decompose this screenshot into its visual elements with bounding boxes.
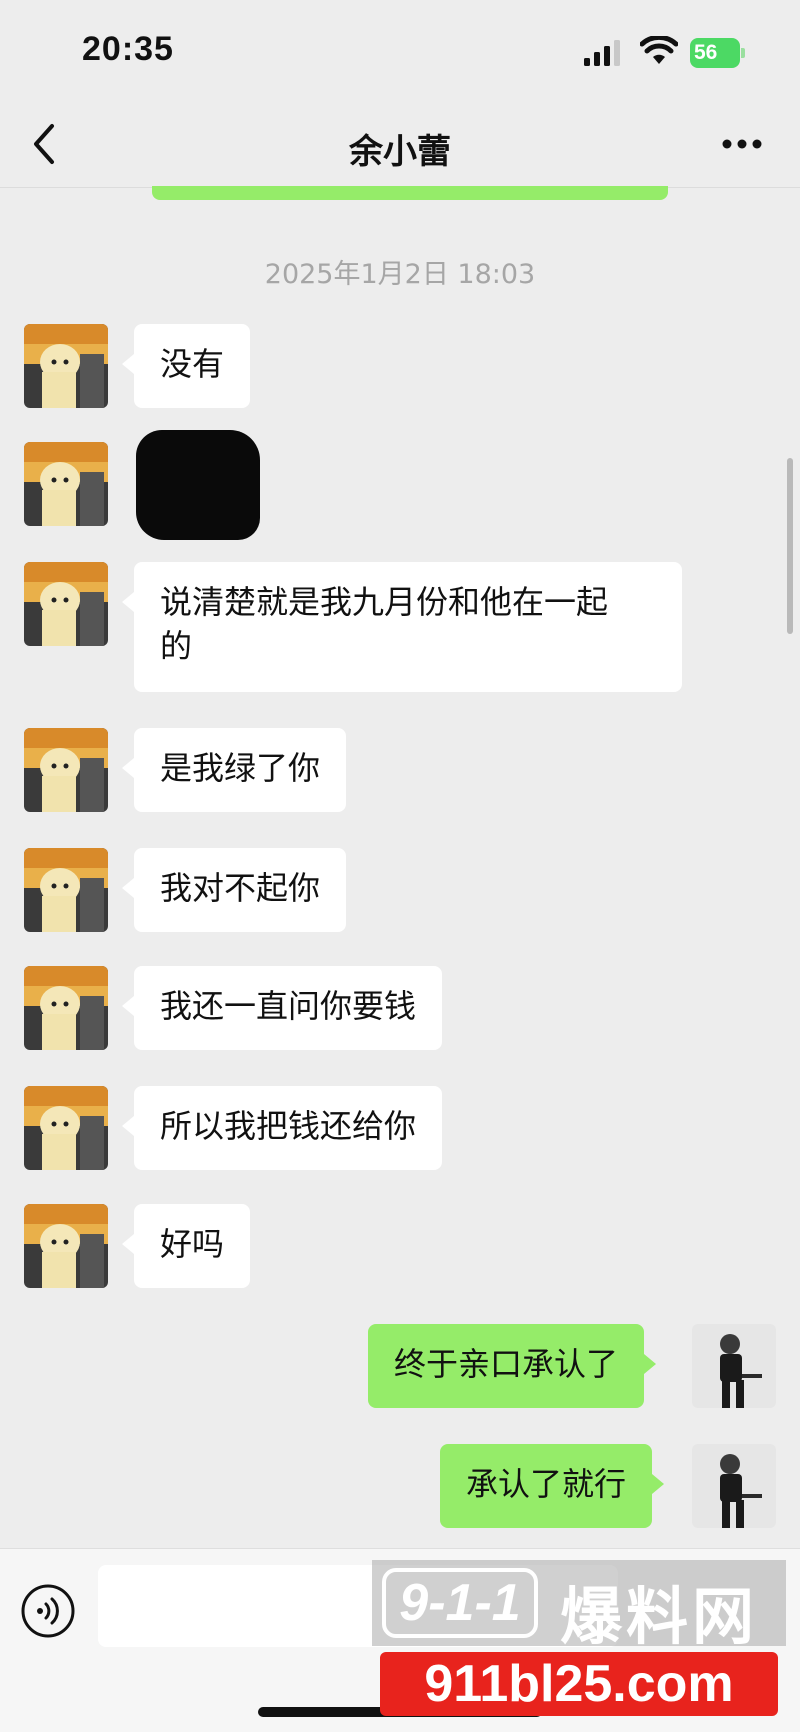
message-text: 没有 xyxy=(160,345,225,383)
message-bubble-outgoing[interactable]: 终于亲口承认了 xyxy=(368,1324,657,1408)
redacted-message xyxy=(136,430,260,540)
message-bubble[interactable]: 没有 xyxy=(121,324,251,408)
avatar-image xyxy=(692,1444,776,1528)
avatar-image xyxy=(24,966,108,1050)
message-text: 我还一直问你要钱 xyxy=(160,987,417,1025)
battery-level: 56 xyxy=(690,38,740,68)
wifi-icon xyxy=(640,36,678,64)
contact-avatar[interactable] xyxy=(24,324,108,408)
message-bubble[interactable]: 说清楚就是我九月份和他在一起 的 xyxy=(122,562,682,692)
message-timestamp: 2025年1月2日 18:03 xyxy=(264,259,536,290)
avatar-image xyxy=(24,728,108,812)
message-bubble[interactable]: 我还一直问你要钱 xyxy=(121,966,443,1050)
avatar-image xyxy=(24,324,108,408)
message-bubble[interactable]: 我对不起你 xyxy=(121,848,347,932)
avatar-image xyxy=(24,562,108,646)
contact-avatar[interactable] xyxy=(24,562,108,646)
message-text: 我对不起你 xyxy=(160,869,321,907)
chat-header: 余小蕾 xyxy=(0,100,800,188)
contact-avatar[interactable] xyxy=(24,966,108,1050)
more-dots-icon[interactable] xyxy=(722,138,762,150)
avatar-image xyxy=(24,1204,108,1288)
message-text-line: 的 xyxy=(160,627,193,665)
message-text: 好吗 xyxy=(160,1225,225,1263)
watermark-badge: 9-1-1 xyxy=(382,1568,538,1638)
message-bubble-outgoing[interactable]: 承认了就行 xyxy=(440,1444,665,1528)
contact-avatar[interactable] xyxy=(24,1086,108,1170)
previous-message-edge xyxy=(152,186,668,200)
message-bubble[interactable]: 是我绿了你 xyxy=(121,728,347,812)
message-bubble[interactable]: 所以我把钱还给你 xyxy=(121,1086,443,1170)
contact-avatar[interactable] xyxy=(24,442,108,526)
message-text: 承认了就行 xyxy=(466,1465,627,1503)
message-text: 是我绿了你 xyxy=(160,749,321,787)
chat-title: 余小蕾 xyxy=(349,132,451,172)
signal-icon xyxy=(584,40,620,66)
my-avatar[interactable] xyxy=(692,1324,776,1408)
status-time: 20:35 xyxy=(82,30,174,68)
status-bar: 20:35 56 xyxy=(0,0,800,100)
watermark-banner: 9-1-1 爆料网 xyxy=(372,1560,786,1653)
message-bubble[interactable]: 好吗 xyxy=(121,1204,251,1288)
watermark-url: 911bl25.com xyxy=(380,1652,778,1716)
contact-avatar[interactable] xyxy=(24,1204,108,1288)
avatar-image xyxy=(24,1086,108,1170)
avatar-image xyxy=(692,1324,776,1408)
my-avatar[interactable] xyxy=(692,1444,776,1528)
message-text-line: 说清楚就是我九月份和他在一起 xyxy=(160,583,609,621)
chat-scrollbar[interactable] xyxy=(787,458,793,634)
message-text: 终于亲口承认了 xyxy=(394,1345,619,1383)
avatar-image xyxy=(24,848,108,932)
battery-tip xyxy=(741,48,745,58)
watermark: 9-1-1 爆料网 911bl25.com xyxy=(372,1560,786,1720)
battery-charging-icon: 56 xyxy=(690,38,746,68)
watermark-name: 爆料网 xyxy=(560,1580,759,1653)
contact-avatar[interactable] xyxy=(24,728,108,812)
voice-icon[interactable] xyxy=(20,1583,76,1639)
message-text: 所以我把钱还给你 xyxy=(160,1107,417,1145)
avatar-image xyxy=(24,442,108,526)
contact-avatar[interactable] xyxy=(24,848,108,932)
